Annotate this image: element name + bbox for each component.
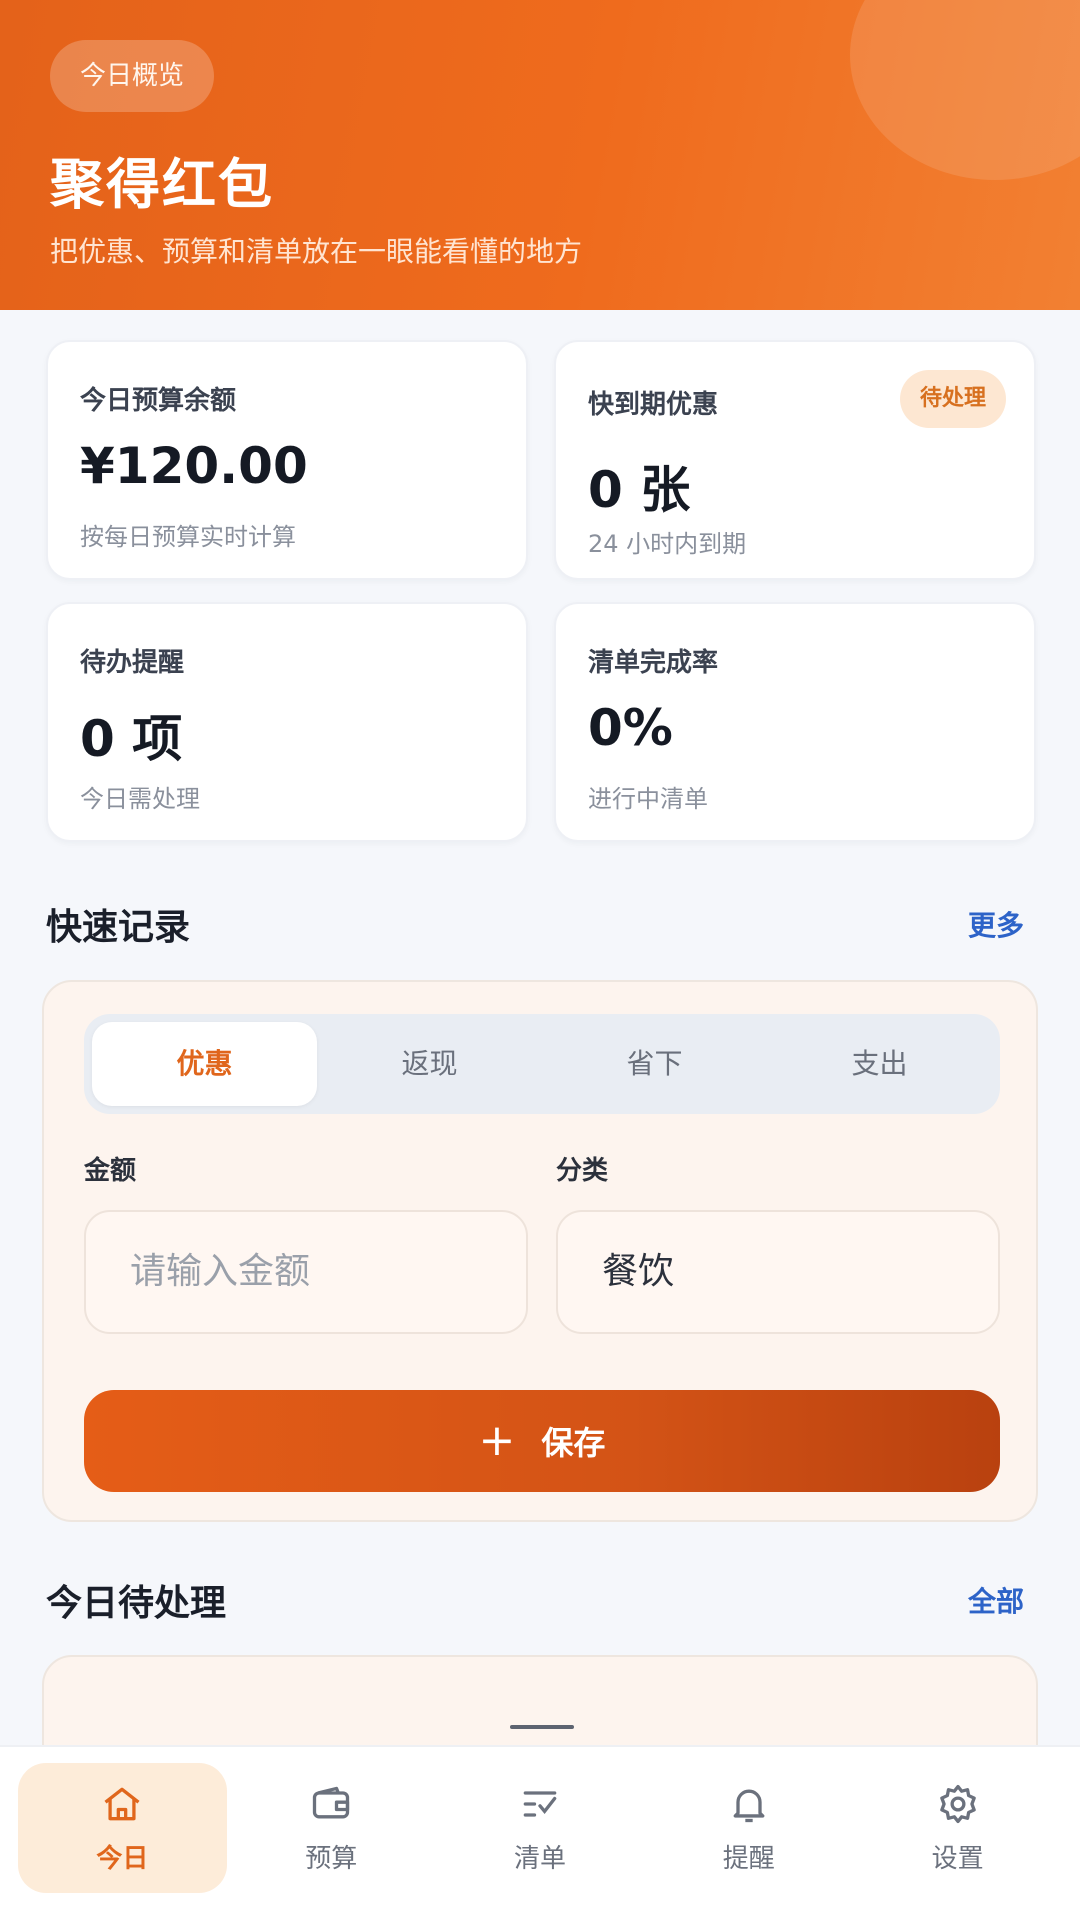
category-select[interactable]: 餐饮 [556, 1210, 1000, 1334]
all-link[interactable]: 全部 [968, 1580, 1024, 1620]
stat-label: 快到期优惠 [588, 390, 719, 420]
nav-tab-label: 清单 [513, 1843, 566, 1874]
stat-note: 24 小时内到期 [588, 530, 747, 558]
stat-note: 进行中清单 [588, 785, 708, 813]
tab-saved[interactable]: 省下 [542, 1022, 767, 1106]
stat-value: ¥120.00 [80, 437, 308, 495]
decorative-circle [850, 0, 1080, 180]
plus-icon: + [478, 1415, 516, 1466]
nav-tab-today[interactable]: 今日 [18, 1763, 227, 1893]
save-button-label: 保存 [541, 1424, 606, 1462]
tab-expense[interactable]: 支出 [767, 1022, 992, 1106]
app-title: 聚得红包 [50, 153, 274, 216]
reminders-card[interactable]: 待办提醒 0 项 今日需处理 [46, 602, 528, 842]
checklist-icon [523, 1790, 557, 1817]
gear-icon [939, 1784, 976, 1823]
nav-tab-label: 设置 [931, 1843, 984, 1874]
record-type-tabs: 优惠 返现 省下 支出 [84, 1014, 1000, 1114]
today-pending-title: 今日待处理 [46, 1583, 227, 1624]
checklist-rate-card[interactable]: 清单完成率 0% 进行中清单 [554, 602, 1036, 842]
stat-note: 按每日预算实时计算 [80, 523, 296, 551]
pending-badge: 待处理 [899, 370, 1006, 428]
category-label: 分类 [556, 1156, 609, 1186]
app-subtitle: 把优惠、预算和清单放在一眼能看懂的地方 [50, 235, 583, 268]
expiring-coupons-card[interactable]: 快到期优惠 待处理 0 张 24 小时内到期 [554, 340, 1036, 580]
stat-label: 清单完成率 [588, 648, 719, 678]
list-icon [510, 1725, 574, 1729]
save-button[interactable]: + 保存 [84, 1390, 1000, 1492]
nav-tab-label: 提醒 [722, 1843, 775, 1874]
stat-value: 0% [588, 699, 673, 757]
quick-record-panel: 优惠 返现 省下 支出 金额 分类 请输入金额 餐饮 + 保存 [42, 980, 1038, 1522]
home-icon [104, 1787, 140, 1820]
more-link[interactable]: 更多 [968, 904, 1024, 944]
nav-tab-budget[interactable]: 预算 [227, 1763, 436, 1893]
header-banner: 今日概览 聚得红包 把优惠、预算和清单放在一眼能看懂的地方 [0, 0, 1080, 310]
wallet-icon [313, 1786, 350, 1818]
quick-record-title: 快速记录 [46, 907, 191, 948]
stat-label: 今日预算余额 [80, 386, 237, 416]
tab-cashback[interactable]: 返现 [317, 1022, 542, 1106]
budget-balance-card[interactable]: 今日预算余额 ¥120.00 按每日预算实时计算 [46, 340, 528, 580]
nav-tab-checklist[interactable]: 清单 [436, 1763, 645, 1893]
nav-tab-label: 预算 [305, 1843, 358, 1874]
stat-value: 0 项 [80, 710, 183, 768]
amount-input[interactable]: 请输入金额 [84, 1210, 528, 1334]
amount-label: 金额 [84, 1156, 137, 1186]
nav-tab-reminders[interactable]: 提醒 [644, 1763, 853, 1893]
nav-tab-settings[interactable]: 设置 [853, 1763, 1062, 1893]
stat-label: 待办提醒 [80, 648, 185, 678]
nav-tab-label: 今日 [96, 1843, 149, 1874]
stat-value: 0 张 [588, 461, 691, 519]
overview-chip: 今日概览 [50, 40, 215, 112]
bottom-tab-bar: 今日 预算 清单 提醒 设置 [0, 1745, 1080, 1920]
tab-coupon[interactable]: 优惠 [92, 1022, 317, 1106]
stat-note: 今日需处理 [80, 785, 200, 813]
bell-icon [733, 1789, 765, 1822]
